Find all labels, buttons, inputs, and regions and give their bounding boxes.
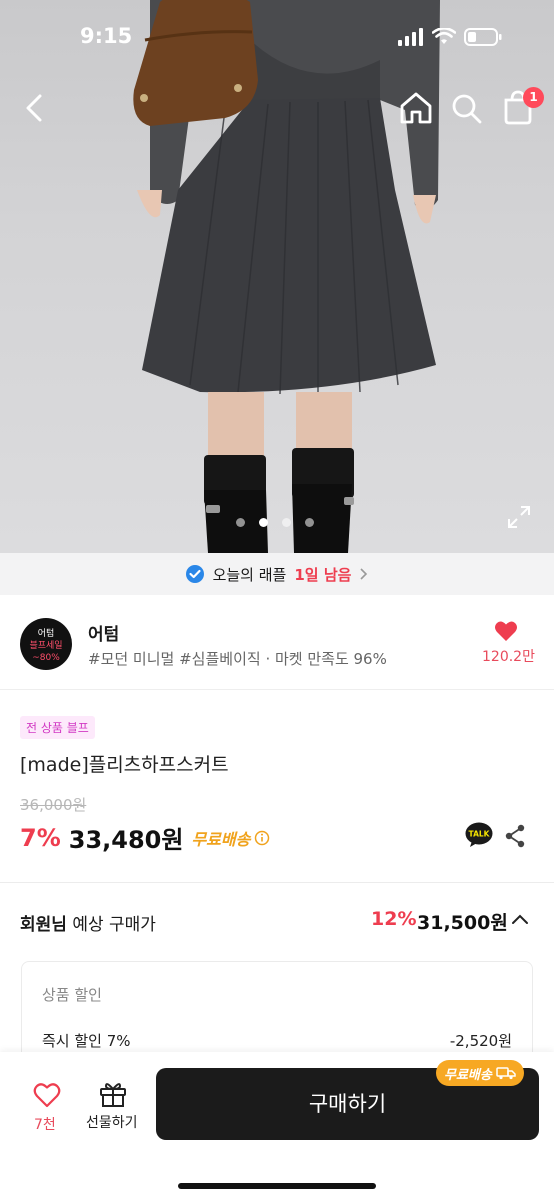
status-icons — [398, 28, 502, 46]
share-icon[interactable] — [504, 824, 526, 848]
chevron-left-icon — [26, 94, 42, 122]
discount-card-title: 상품 할인 — [42, 986, 102, 1004]
cart-count-badge: 1 — [523, 87, 544, 108]
member-price: 31,500원 — [417, 912, 508, 934]
store-row[interactable]: 어텀 블프세일 ~80% 어텀 #모던 미니멀 #심플베이직 · 마켓 만족도 … — [0, 596, 554, 690]
section-divider — [0, 882, 554, 883]
member-discount-percent: 12% — [371, 908, 417, 930]
member-label-rest: 예상 구매가 — [66, 915, 156, 935]
info-icon[interactable] — [254, 830, 270, 846]
product-photo — [133, 0, 440, 553]
store-logo-line: 어텀 — [37, 629, 55, 639]
gallery-dot[interactable] — [305, 518, 314, 527]
gallery-dot-active[interactable] — [259, 518, 268, 527]
free-shipping-chip-label: 무료배송 — [444, 1067, 492, 1083]
member-label-bold: 회원님 — [20, 915, 67, 935]
original-price: 36,000원 — [20, 796, 87, 814]
store-name[interactable]: 어텀 — [88, 620, 119, 645]
price-row: 7% 33,480원 무료배송 — [20, 820, 270, 855]
store-like-count: 120.2만 — [482, 649, 535, 665]
battery-icon — [464, 28, 502, 46]
expand-icon — [508, 506, 530, 528]
free-shipping-chip: 무료배송 — [436, 1060, 524, 1086]
kakaotalk-icon[interactable]: TALK — [465, 822, 493, 848]
sale-price: 33,480원 — [68, 826, 184, 854]
discount-row-label: 즉시 할인 7% — [42, 1032, 131, 1050]
wifi-icon — [432, 28, 456, 44]
like-count: 7천 — [34, 1117, 56, 1133]
member-price-label[interactable]: 회원님 예상 구매가 — [20, 910, 156, 935]
discount-row-value: -2,520원 — [449, 1032, 512, 1050]
verified-check-icon — [185, 565, 204, 583]
svg-text:TALK: TALK — [469, 830, 491, 839]
gallery-dot[interactable] — [282, 518, 291, 527]
gift-icon — [100, 1083, 126, 1107]
back-button[interactable] — [18, 88, 58, 128]
store-logo-line: ~80% — [32, 653, 60, 663]
gallery-pagination — [236, 518, 314, 527]
status-bar: 9:15 — [0, 0, 554, 76]
bottom-action-bar: 7천 선물하기 구매하기 무료배송 — [0, 1052, 554, 1200]
product-title: [made]플리츠하프스커트 — [20, 754, 229, 776]
truck-icon — [496, 1067, 516, 1080]
chevron-right-icon — [360, 568, 368, 580]
home-button[interactable] — [396, 88, 436, 128]
store-logo-line: 블프세일 — [29, 641, 63, 651]
expand-button[interactable] — [506, 504, 532, 530]
search-icon — [452, 94, 482, 124]
gift-button[interactable] — [98, 1080, 128, 1112]
status-time: 9:15 — [80, 24, 133, 48]
discount-percent: 7% — [20, 823, 61, 852]
signal-icon — [398, 28, 423, 46]
store-logo[interactable]: 어텀 블프세일 ~80% — [20, 618, 72, 670]
raffle-remaining: 1일 남음 — [294, 565, 352, 584]
search-button[interactable] — [446, 88, 486, 128]
gallery-dot[interactable] — [236, 518, 245, 527]
home-indicator — [178, 1183, 376, 1189]
raffle-label: 오늘의 래플 — [212, 565, 287, 584]
heart-filled-icon[interactable] — [494, 620, 518, 642]
raffle-banner[interactable]: 오늘의 래플 1일 남음 — [0, 553, 554, 595]
product-image-gallery[interactable]: 9:15 1 — [0, 0, 554, 553]
home-icon — [400, 92, 432, 124]
gift-label: 선물하기 — [86, 1115, 138, 1131]
heart-outline-icon — [33, 1083, 61, 1108]
promo-badge: 전 상품 블프 — [20, 716, 95, 739]
store-tags: #모던 미니멀 #심플베이직 · 마켓 만족도 96% — [88, 650, 387, 668]
chevron-up-icon[interactable] — [510, 912, 530, 926]
free-shipping-label: 무료배송 — [191, 829, 251, 849]
like-button[interactable] — [30, 1082, 64, 1112]
